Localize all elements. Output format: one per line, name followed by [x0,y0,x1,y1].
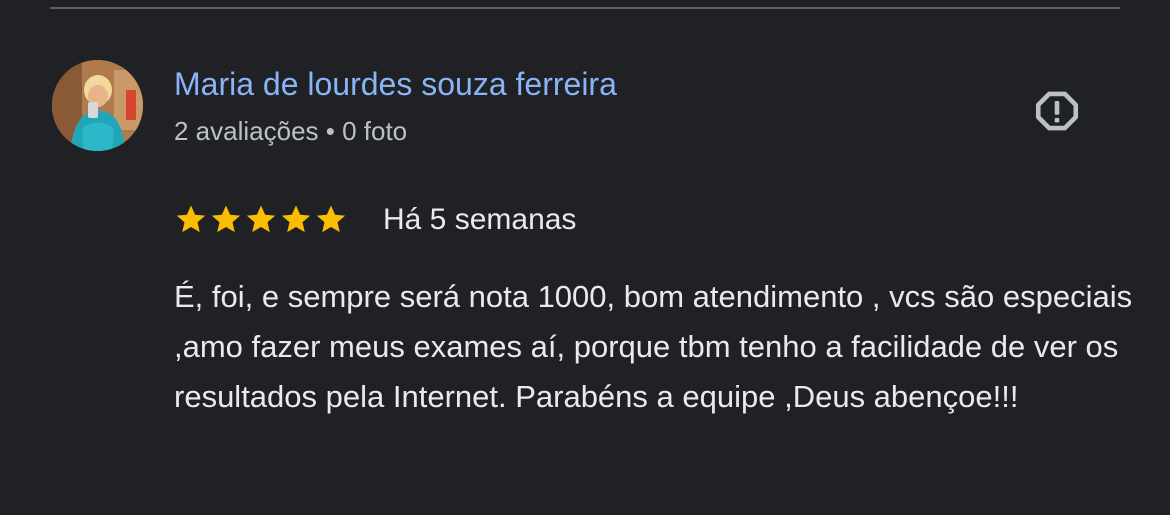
rating-row: Há 5 semanas [174,200,576,240]
review-date: Há 5 semanas [383,203,577,236]
star-icon [246,205,276,233]
avatar-photo [52,60,143,151]
section-divider [50,7,1120,9]
reviewer-meta: 2 avaliações • 0 foto [174,116,408,146]
star-icon [176,205,206,233]
star-icon [281,205,311,233]
report-flag-icon [1035,91,1079,131]
review-text: É, foi, e sempre será nota 1000, bom ate… [174,279,1133,414]
report-review-button[interactable] [1029,83,1085,139]
star-icon [211,205,241,233]
reviewer-avatar[interactable] [52,60,143,151]
star-rating [174,203,349,237]
star-icon [316,205,346,233]
reviewer-name-link[interactable]: Maria de lourdes souza ferreira [174,64,617,104]
